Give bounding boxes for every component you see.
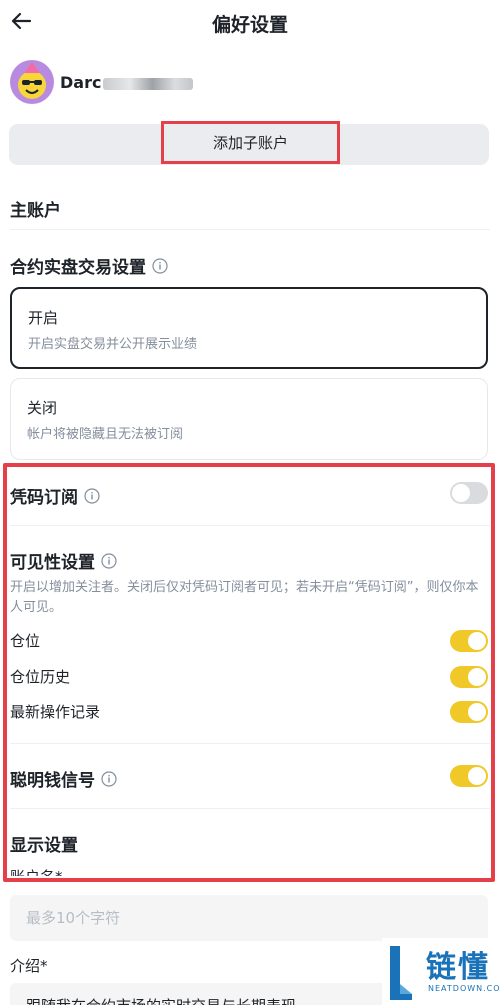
intro-field[interactable]: 跟随我在合约市场的实时交易与长期表现	[10, 983, 390, 1005]
option-disable-card[interactable]: 关闭 帐户将被隐藏且无法被订阅	[10, 378, 488, 460]
watermark-text: 链懂	[426, 950, 490, 985]
watermark-subtext: NEATDOWN.COM	[428, 984, 500, 993]
username: Darc	[60, 73, 194, 92]
copy-subscription-toggle[interactable]	[450, 482, 488, 504]
toggle-knob	[468, 703, 486, 721]
add-sub-account-button[interactable]: 添加子账户	[161, 121, 340, 164]
visibility-item-position-history: 仓位历史	[10, 668, 71, 686]
visibility-item-latest-actions: 最新操作记录	[10, 703, 101, 721]
account-name-input[interactable]	[10, 895, 488, 941]
divider	[10, 525, 490, 526]
info-icon[interactable]	[152, 258, 168, 274]
account-name-label: 账户名*	[10, 866, 63, 876]
visibility-item-positions: 仓位	[10, 632, 41, 650]
contract-trading-label: 合约实盘交易设置	[10, 258, 146, 278]
top-bar: 偏好设置	[0, 0, 500, 46]
divider	[10, 743, 490, 744]
username-text: Darc	[60, 73, 102, 92]
info-icon[interactable]	[84, 488, 100, 504]
intro-label: 介绍*	[10, 957, 48, 975]
divider	[10, 808, 490, 809]
toggle-knob	[468, 632, 486, 650]
contract-trading-title: 合约实盘交易设置	[10, 253, 168, 278]
visibility-title: 可见性设置	[10, 548, 117, 573]
toggle-knob	[468, 767, 486, 785]
toggle-knob	[468, 668, 486, 686]
position-history-toggle[interactable]	[450, 666, 488, 688]
info-icon[interactable]	[101, 771, 117, 787]
watermark: 链懂 NEATDOWN.COM	[382, 938, 500, 1005]
copy-subscription-label: 凭码订阅	[10, 488, 78, 508]
option-enable-card[interactable]: 开启 开启实盘交易并公开展示业绩	[10, 287, 488, 369]
display-settings-title: 显示设置	[10, 836, 78, 856]
smart-money-title: 聪明钱信号	[10, 766, 117, 791]
option-title: 关闭	[27, 399, 58, 417]
visibility-label: 可见性设置	[10, 553, 95, 573]
intro-text: 跟随我在合约市场的实时交易与长期表现	[26, 995, 296, 1005]
main-account-title: 主账户	[10, 201, 61, 221]
latest-actions-toggle[interactable]	[450, 701, 488, 723]
option-desc: 帐户将被隐藏且无法被订阅	[27, 427, 184, 442]
visibility-description: 开启以增加关注者。关闭后仅对凭码订阅者可见；若未开启“凭码订阅”，则仅你本人可见…	[10, 580, 479, 615]
positions-toggle[interactable]	[450, 630, 488, 652]
divider	[10, 229, 490, 230]
copy-subscription-title: 凭码订阅	[10, 483, 100, 508]
redacted-username	[103, 77, 194, 90]
smart-money-label: 聪明钱信号	[10, 771, 95, 791]
toggle-knob	[452, 484, 470, 502]
page-title: 偏好设置	[211, 14, 288, 36]
avatar	[10, 60, 54, 104]
smart-money-toggle[interactable]	[450, 765, 488, 787]
info-icon[interactable]	[101, 553, 117, 569]
watermark-logo-icon	[390, 946, 412, 1000]
option-title: 开启	[28, 309, 59, 327]
option-desc: 开启实盘交易并公开展示业绩	[28, 337, 198, 352]
